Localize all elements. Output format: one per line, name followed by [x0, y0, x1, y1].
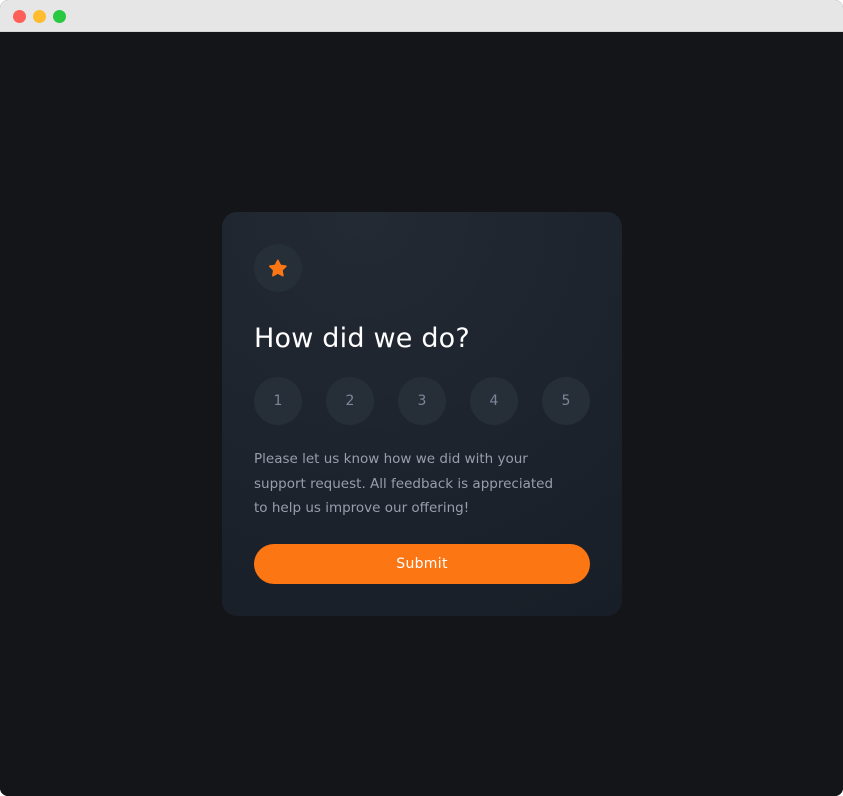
close-window-button[interactable] — [13, 10, 26, 23]
page-content: How did we do? 1 2 3 4 5 Please let us k… — [0, 32, 843, 796]
minimize-window-button[interactable] — [33, 10, 46, 23]
rating-button-5[interactable]: 5 — [542, 377, 590, 425]
rating-button-4[interactable]: 4 — [470, 377, 518, 425]
star-badge — [254, 244, 302, 292]
rating-card: How did we do? 1 2 3 4 5 Please let us k… — [222, 212, 622, 616]
submit-button[interactable]: Submit — [254, 543, 590, 584]
rating-button-3[interactable]: 3 — [398, 377, 446, 425]
card-title: How did we do? — [254, 323, 470, 354]
rating-button-2[interactable]: 2 — [326, 377, 374, 425]
card-description: Please let us know how we did with your … — [254, 451, 554, 516]
browser-window: How did we do? 1 2 3 4 5 Please let us k… — [0, 0, 843, 796]
star-icon — [269, 259, 287, 277]
maximize-window-button[interactable] — [53, 10, 66, 23]
rating-button-1[interactable]: 1 — [254, 377, 302, 425]
title-bar — [0, 0, 843, 32]
rating-options: 1 2 3 4 5 — [254, 377, 590, 425]
